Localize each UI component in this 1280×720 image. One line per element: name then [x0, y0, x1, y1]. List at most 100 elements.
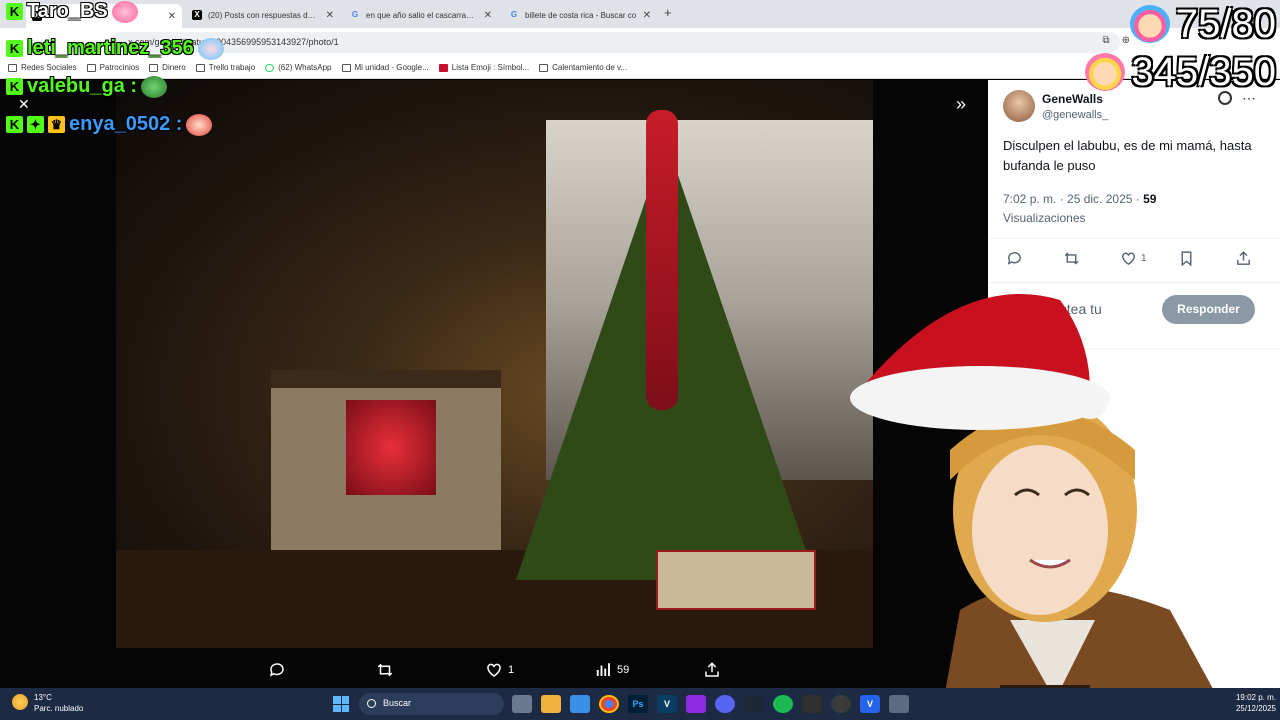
tab-label: (20) Posts con respuestas de Ch: [208, 10, 320, 20]
taskbar-search[interactable]: Buscar: [359, 693, 504, 715]
display-name[interactable]: GeneWalls: [1042, 92, 1103, 106]
bookmark-item[interactable]: Mi unidad - Google...: [341, 63, 429, 72]
kick-badge-icon: K: [6, 40, 23, 57]
task-view-icon[interactable]: [512, 695, 532, 713]
chat-message: K valebu_ga :: [6, 75, 168, 98]
new-tab-button[interactable]: +: [664, 5, 672, 20]
chat-message: K ✦ ♛ enya_0502 :: [6, 113, 213, 136]
tab-search-cascarrabias[interactable]: G en que año salio el cascarrabias ✕: [344, 4, 498, 26]
reply-submit-button[interactable]: Responder: [1162, 295, 1255, 324]
bookmark-icon: [1181, 251, 1192, 267]
file-explorer-icon[interactable]: [541, 695, 561, 713]
vscode-icon[interactable]: V: [860, 695, 880, 713]
chat-username: leti_martinez_356: [27, 37, 194, 59]
chat-message: K Taro_BS: [6, 0, 138, 23]
kick-badge-icon: K: [6, 3, 23, 20]
repost-button[interactable]: [1063, 250, 1080, 267]
like-count: 1: [508, 664, 515, 676]
chat-username: enya_0502 :: [69, 113, 183, 135]
gift-boxes: [656, 550, 816, 610]
chat-username: Taro_BS: [27, 0, 108, 22]
spotify-icon[interactable]: [773, 695, 793, 713]
character-icon: [1129, 5, 1170, 43]
discord-icon[interactable]: [715, 695, 735, 713]
goal-counter: 345/350: [1085, 52, 1276, 92]
google-icon: G: [351, 10, 359, 19]
address-bar-icons: ⧉ ⊕: [1102, 35, 1130, 46]
close-tab-icon[interactable]: ✕: [326, 10, 334, 21]
folder-icon: [8, 63, 17, 72]
bookmark-item[interactable]: Redes Sociales: [8, 63, 77, 72]
post-timestamp[interactable]: 7:02 p. m. · 25 dic. 2025 ·: [1003, 192, 1143, 206]
steam-icon[interactable]: [744, 695, 764, 713]
kick-badge-icon: K: [6, 116, 23, 133]
emote-icon: [111, 0, 138, 23]
reply-button[interactable]: [1006, 250, 1023, 267]
views-button[interactable]: 59: [594, 661, 629, 679]
close-tab-icon[interactable]: ✕: [484, 10, 492, 21]
sub-badge-icon: ✦: [27, 116, 44, 133]
bookmark-button[interactable]: [1178, 250, 1195, 267]
media-encoder-icon[interactable]: [686, 695, 706, 713]
folder-icon: [86, 63, 96, 72]
start-icon[interactable]: [333, 696, 349, 712]
weather-widget[interactable]: 13°C Parc. nublado: [12, 692, 83, 714]
christmas-tree-photo: [116, 80, 873, 648]
views-chart-icon: [596, 663, 610, 676]
like-count: 1: [1141, 253, 1147, 264]
chrome-icon[interactable]: [599, 695, 619, 713]
install-icon[interactable]: ⧉: [1102, 35, 1109, 46]
vegas-icon[interactable]: V: [657, 695, 677, 713]
emoji-list-icon: [438, 63, 448, 72]
x-logo-icon: X: [192, 10, 202, 20]
share-icon: [705, 662, 719, 677]
zoom-icon[interactable]: ⊕: [1122, 35, 1130, 46]
post-views-label: Visualizaciones: [1003, 211, 1086, 225]
heart-icon: [487, 663, 501, 677]
capcut-icon[interactable]: [802, 695, 822, 713]
avatar[interactable]: [1003, 90, 1035, 122]
close-tab-icon[interactable]: ✕: [168, 11, 176, 22]
photoshop-icon[interactable]: Ps: [628, 695, 648, 713]
bookmark-item[interactable]: (62) WhatsApp: [265, 63, 332, 72]
obs-icon[interactable]: [831, 695, 851, 713]
taskbar: 13°C Parc. nublado Buscar Ps V V 19:02 p…: [0, 688, 1280, 720]
divider: [988, 238, 1280, 239]
bookmark-item[interactable]: Trello trabajo: [195, 63, 255, 72]
bookmark-item[interactable]: Patrocinios: [86, 63, 139, 72]
weather-icon: [12, 694, 28, 710]
like-button[interactable]: 1: [485, 661, 514, 679]
share-button[interactable]: [703, 661, 721, 679]
google-icon: G: [510, 10, 518, 19]
post-sidebar: GeneWalls @genewalls_ ⋯ Disculpen el lab…: [988, 80, 1280, 688]
reply-icon: [1007, 252, 1021, 265]
close-viewer-icon[interactable]: ✕: [18, 96, 30, 113]
expand-sidebar-icon[interactable]: »: [956, 94, 966, 115]
clock-time: 19:02 p. m.: [1235, 693, 1276, 702]
trello-icon: [195, 63, 205, 72]
goal-counter: 75/80: [1129, 4, 1276, 44]
system-clock[interactable]: 19:02 p. m. 25/12/2025: [1236, 692, 1276, 714]
character-icon: [1085, 53, 1126, 91]
bookmark-item[interactable]: Dinero: [149, 63, 186, 72]
close-tab-icon[interactable]: ✕: [643, 10, 651, 21]
post-text: Disculpen el labubu, es de mi mamá, hast…: [1003, 138, 1252, 173]
reply-button[interactable]: [268, 661, 286, 679]
bookmark-item[interactable]: Lista Emoji : Símbol...: [438, 63, 529, 72]
repost-icon: [377, 663, 393, 677]
like-button[interactable]: 1: [1120, 250, 1147, 267]
reply-input[interactable]: ostea tu: [1052, 301, 1102, 317]
user-handle[interactable]: @genewalls_: [1042, 109, 1108, 121]
url-field[interactable]: x.com/gene.../status/2004356995953143927…: [110, 32, 1120, 53]
share-icon: [1237, 251, 1250, 265]
kick-badge-icon: K: [6, 78, 23, 95]
heart-icon: [1122, 252, 1135, 266]
photo-action-bar: 1 59: [0, 655, 988, 685]
calculator-icon[interactable]: [889, 695, 909, 713]
repost-button[interactable]: [376, 661, 394, 679]
store-icon[interactable]: [570, 695, 590, 713]
share-button[interactable]: [1235, 250, 1252, 267]
bookmark-item[interactable]: Calentamiento de v...: [539, 63, 627, 72]
tab-search-billete[interactable]: G billete de costa rica - Buscar co ✕: [503, 4, 657, 26]
tab-posts[interactable]: X (20) Posts con respuestas de Ch ✕: [186, 4, 340, 26]
